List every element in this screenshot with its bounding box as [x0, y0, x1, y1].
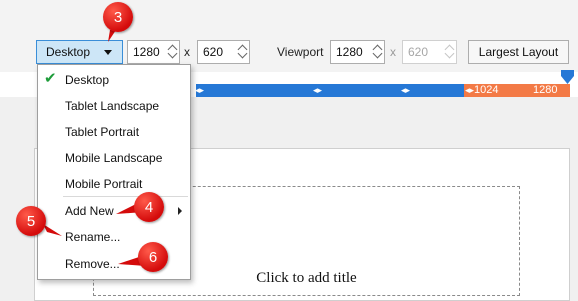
callout-badge: 6 — [138, 242, 168, 272]
callout-badge: 3 — [103, 2, 133, 32]
callout-pointers — [43, 30, 146, 266]
callout-badge: 5 — [16, 206, 46, 236]
callout-badge: 4 — [134, 192, 164, 222]
